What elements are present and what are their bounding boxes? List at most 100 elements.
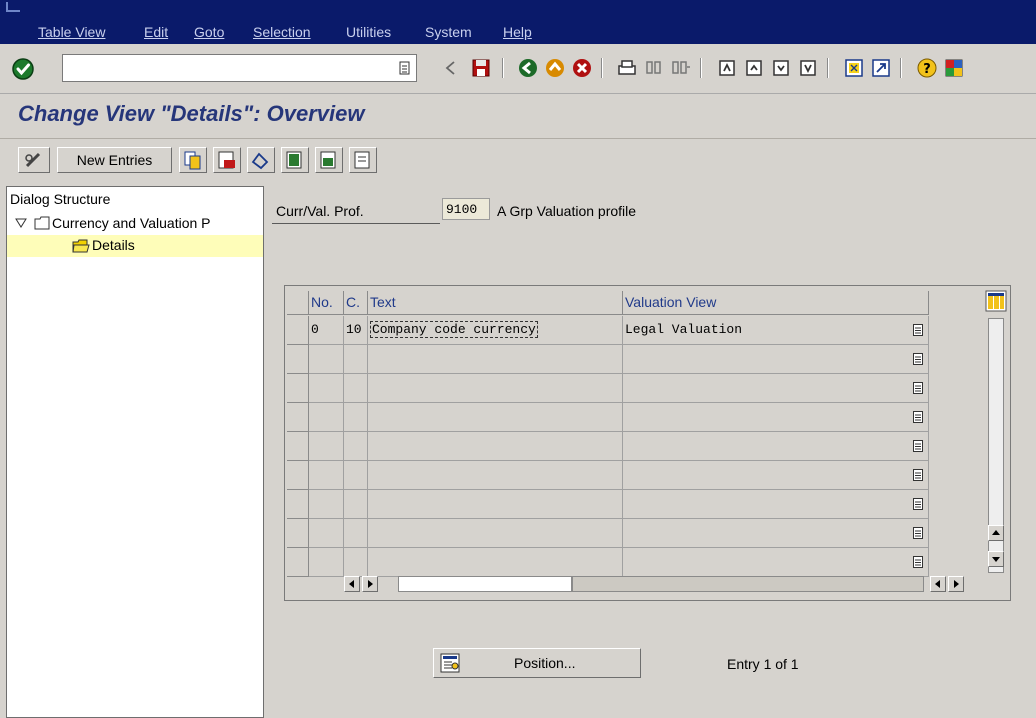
- cell-c[interactable]: [344, 461, 368, 490]
- print-icon[interactable]: [616, 57, 638, 79]
- cell-text[interactable]: [368, 519, 623, 548]
- horizontal-scrollbar[interactable]: [344, 574, 924, 594]
- tree-node-currency-valuation[interactable]: Currency and Valuation P: [7, 213, 263, 235]
- cell-text[interactable]: [368, 374, 623, 403]
- row-selector[interactable]: [287, 374, 309, 403]
- cell-c[interactable]: [344, 519, 368, 548]
- menu-edit[interactable]: Edit: [144, 24, 168, 42]
- shortcut-icon[interactable]: [870, 57, 892, 79]
- row-selector[interactable]: [287, 432, 309, 461]
- dropdown-icon[interactable]: [913, 353, 923, 365]
- dropdown-icon[interactable]: [913, 382, 923, 394]
- cell-text[interactable]: [368, 432, 623, 461]
- cell-no[interactable]: [309, 345, 344, 374]
- scroll-track[interactable]: [572, 576, 924, 592]
- exit-icon[interactable]: [544, 57, 566, 79]
- previous-page-icon[interactable]: [743, 57, 765, 79]
- display-change-button[interactable]: [18, 147, 50, 173]
- find-icon[interactable]: [643, 57, 665, 79]
- cell-text[interactable]: [368, 461, 623, 490]
- select-all-button[interactable]: [281, 147, 309, 173]
- cell-no[interactable]: [309, 403, 344, 432]
- back-arrow-icon[interactable]: [440, 57, 462, 79]
- cell-no[interactable]: [309, 374, 344, 403]
- command-history-icon[interactable]: [399, 61, 411, 75]
- cell-valuation-view[interactable]: [623, 374, 929, 403]
- position-button[interactable]: Position...: [433, 648, 641, 678]
- help-icon[interactable]: ?: [916, 57, 938, 79]
- cell-c[interactable]: 10: [344, 316, 368, 345]
- dropdown-icon[interactable]: [913, 440, 923, 452]
- row-selector[interactable]: [287, 403, 309, 432]
- new-entries-button[interactable]: New Entries: [57, 147, 172, 173]
- row-selector[interactable]: [287, 316, 309, 345]
- scroll-thumb[interactable]: [398, 576, 572, 592]
- row-selector[interactable]: [287, 345, 309, 374]
- cell-valuation-view[interactable]: [623, 461, 929, 490]
- copy-as-button[interactable]: [179, 147, 207, 173]
- cell-no[interactable]: [309, 490, 344, 519]
- dropdown-icon[interactable]: [913, 324, 923, 336]
- save-icon[interactable]: [470, 57, 492, 79]
- scroll-down-button[interactable]: [988, 551, 1004, 567]
- command-field[interactable]: [62, 54, 417, 82]
- first-page-icon[interactable]: [716, 57, 738, 79]
- scroll-up-button[interactable]: [988, 525, 1004, 541]
- cell-c[interactable]: [344, 345, 368, 374]
- delete-button[interactable]: [213, 147, 241, 173]
- menu-goto[interactable]: Goto: [194, 24, 224, 42]
- scroll-left-button[interactable]: [344, 576, 360, 592]
- row-selector[interactable]: [287, 548, 309, 577]
- cell-c[interactable]: [344, 548, 368, 577]
- cell-valuation-view[interactable]: [623, 432, 929, 461]
- select-block-button[interactable]: [315, 147, 343, 173]
- customize-layout-icon[interactable]: [943, 57, 965, 79]
- cell-valuation-view[interactable]: Legal Valuation: [623, 316, 929, 345]
- tree-node-details[interactable]: Details: [7, 235, 263, 257]
- scroll-left-button[interactable]: [930, 576, 946, 592]
- cell-text[interactable]: [368, 345, 623, 374]
- cell-no[interactable]: [309, 461, 344, 490]
- back-icon[interactable]: [517, 57, 539, 79]
- panel-splitter[interactable]: [264, 186, 268, 718]
- dropdown-icon[interactable]: [913, 556, 923, 568]
- undo-change-button[interactable]: [247, 147, 275, 173]
- enter-check-icon[interactable]: [10, 56, 36, 82]
- menu-help[interactable]: Help: [503, 24, 532, 42]
- cell-no[interactable]: [309, 548, 344, 577]
- dropdown-icon[interactable]: [913, 498, 923, 510]
- cell-text[interactable]: Company code currency: [368, 316, 623, 345]
- cell-text[interactable]: [368, 490, 623, 519]
- cell-valuation-view[interactable]: [623, 403, 929, 432]
- row-selector[interactable]: [287, 519, 309, 548]
- vertical-scrollbar[interactable]: [988, 318, 1004, 573]
- cell-c[interactable]: [344, 403, 368, 432]
- horizontal-scrollbar-right[interactable]: [930, 574, 978, 594]
- menu-table-view[interactable]: Table View: [38, 24, 105, 42]
- expand-triangle-icon[interactable]: [15, 218, 27, 228]
- row-selector[interactable]: [287, 461, 309, 490]
- cell-text[interactable]: [368, 403, 623, 432]
- cell-no[interactable]: [309, 432, 344, 461]
- select-all-header[interactable]: [287, 291, 309, 315]
- row-selector[interactable]: [287, 490, 309, 519]
- cell-no[interactable]: 0: [309, 316, 344, 345]
- column-header-c[interactable]: C.: [344, 291, 368, 315]
- cell-text[interactable]: [368, 548, 623, 577]
- dropdown-icon[interactable]: [913, 411, 923, 423]
- menu-utilities[interactable]: Utilities: [346, 24, 391, 42]
- scroll-right-button[interactable]: [948, 576, 964, 592]
- menu-selection[interactable]: Selection: [253, 24, 311, 42]
- find-next-icon[interactable]: [670, 57, 692, 79]
- cancel-icon[interactable]: [571, 57, 593, 79]
- scroll-right-button[interactable]: [362, 576, 378, 592]
- cell-c[interactable]: [344, 374, 368, 403]
- cell-valuation-view[interactable]: [623, 519, 929, 548]
- cell-no[interactable]: [309, 519, 344, 548]
- table-settings-icon[interactable]: [985, 290, 1007, 312]
- cell-valuation-view[interactable]: [623, 345, 929, 374]
- menu-system[interactable]: System: [425, 24, 472, 42]
- cell-c[interactable]: [344, 490, 368, 519]
- cell-c[interactable]: [344, 432, 368, 461]
- create-session-icon[interactable]: [843, 57, 865, 79]
